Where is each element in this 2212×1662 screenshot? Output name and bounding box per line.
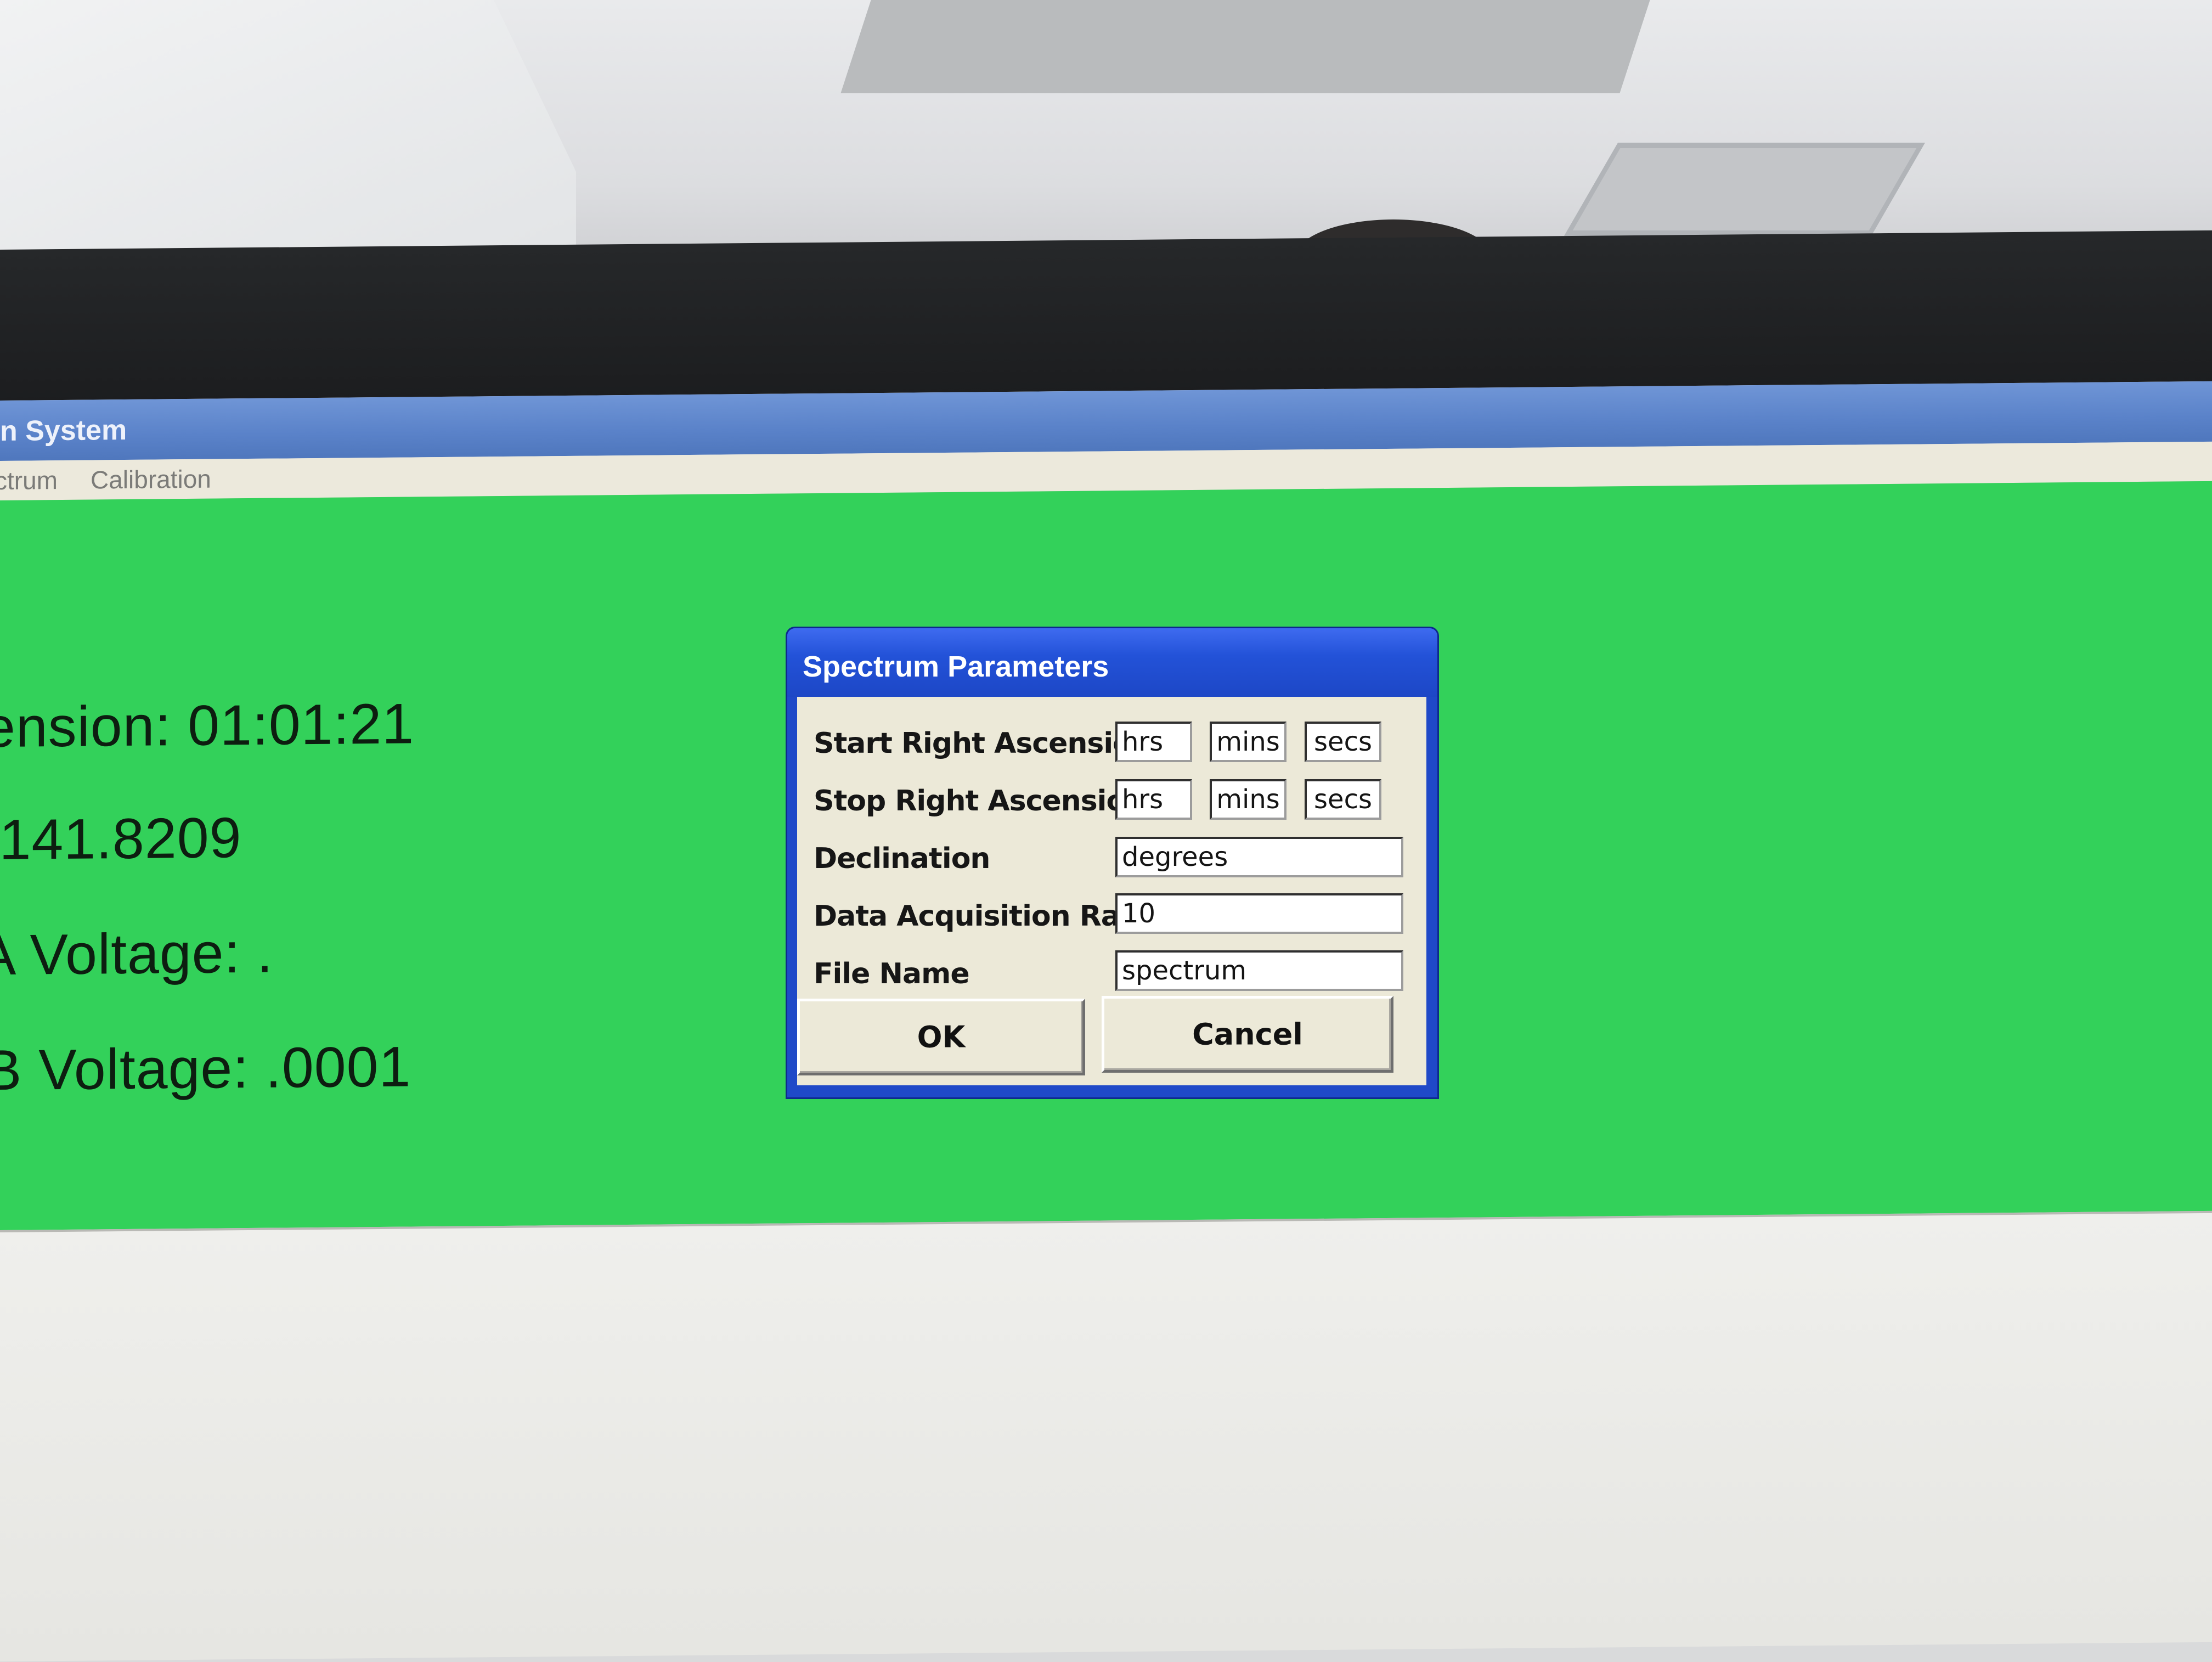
cancel-button[interactable]: Cancel <box>1102 996 1393 1073</box>
start-ra-mins-value: mins <box>1216 726 1280 757</box>
stop-ra-hrs-field[interactable]: hrs <box>1115 779 1192 820</box>
menu-item-calibration[interactable]: Calibration <box>91 464 211 495</box>
menu-item-spectrum[interactable]: ctrum <box>0 465 58 495</box>
declination-field[interactable]: degrees <box>1115 837 1403 877</box>
rate-field[interactable]: 10 <box>1115 893 1403 934</box>
declination-label: Declination <box>814 842 990 875</box>
start-ra-hrs-value: hrs <box>1122 726 1164 757</box>
lower-plot-area <box>0 1210 2212 1661</box>
voltage-a-readout: A Voltage: . <box>0 921 274 988</box>
voltage-b-readout: B Voltage: .0001 <box>0 1035 411 1103</box>
right-ascension-readout: ension: 01:01:21 <box>0 692 415 760</box>
dialog-body: Start Right Ascension hrs mins secs Stop… <box>797 697 1426 1085</box>
cancel-button-label: Cancel <box>1192 1017 1303 1052</box>
dialog-titlebar[interactable]: Spectrum Parameters <box>787 628 1437 697</box>
stop-ra-secs-value: secs <box>1314 784 1372 815</box>
dialog-title: Spectrum Parameters <box>803 650 1109 683</box>
start-ra-secs-value: secs <box>1314 726 1372 757</box>
spectrum-parameters-dialog: Spectrum Parameters Start Right Ascensio… <box>787 628 1437 1097</box>
rate-label: Data Acquisition Rate <box>814 900 1152 933</box>
whiteboard <box>0 0 576 263</box>
app-title: n System <box>0 414 127 447</box>
file-name-field[interactable]: spectrum <box>1115 950 1403 991</box>
ceiling-vent <box>1564 143 1926 236</box>
rate-value: 10 <box>1122 898 1156 929</box>
file-name-value: spectrum <box>1122 955 1247 986</box>
stop-ra-secs-field[interactable]: secs <box>1305 779 1381 820</box>
start-ra-secs-field[interactable]: secs <box>1305 722 1381 762</box>
start-ra-mins-field[interactable]: mins <box>1210 722 1286 762</box>
ceiling-light-panel <box>840 0 1650 93</box>
file-name-label: File Name <box>814 957 970 990</box>
stop-ra-mins-value: mins <box>1216 784 1280 815</box>
declination-value: degrees <box>1122 842 1228 872</box>
stop-ra-mins-field[interactable]: mins <box>1210 779 1286 820</box>
ok-button[interactable]: OK <box>797 999 1085 1075</box>
start-ra-label: Start Right Ascension <box>814 727 1152 760</box>
start-ra-hrs-field[interactable]: hrs <box>1115 722 1192 762</box>
ok-button-label: OK <box>917 1019 966 1055</box>
stop-ra-hrs-value: hrs <box>1122 784 1164 815</box>
stop-ra-label: Stop Right Ascension <box>814 785 1146 818</box>
declination-readout: n: 141.8209 <box>0 806 242 872</box>
